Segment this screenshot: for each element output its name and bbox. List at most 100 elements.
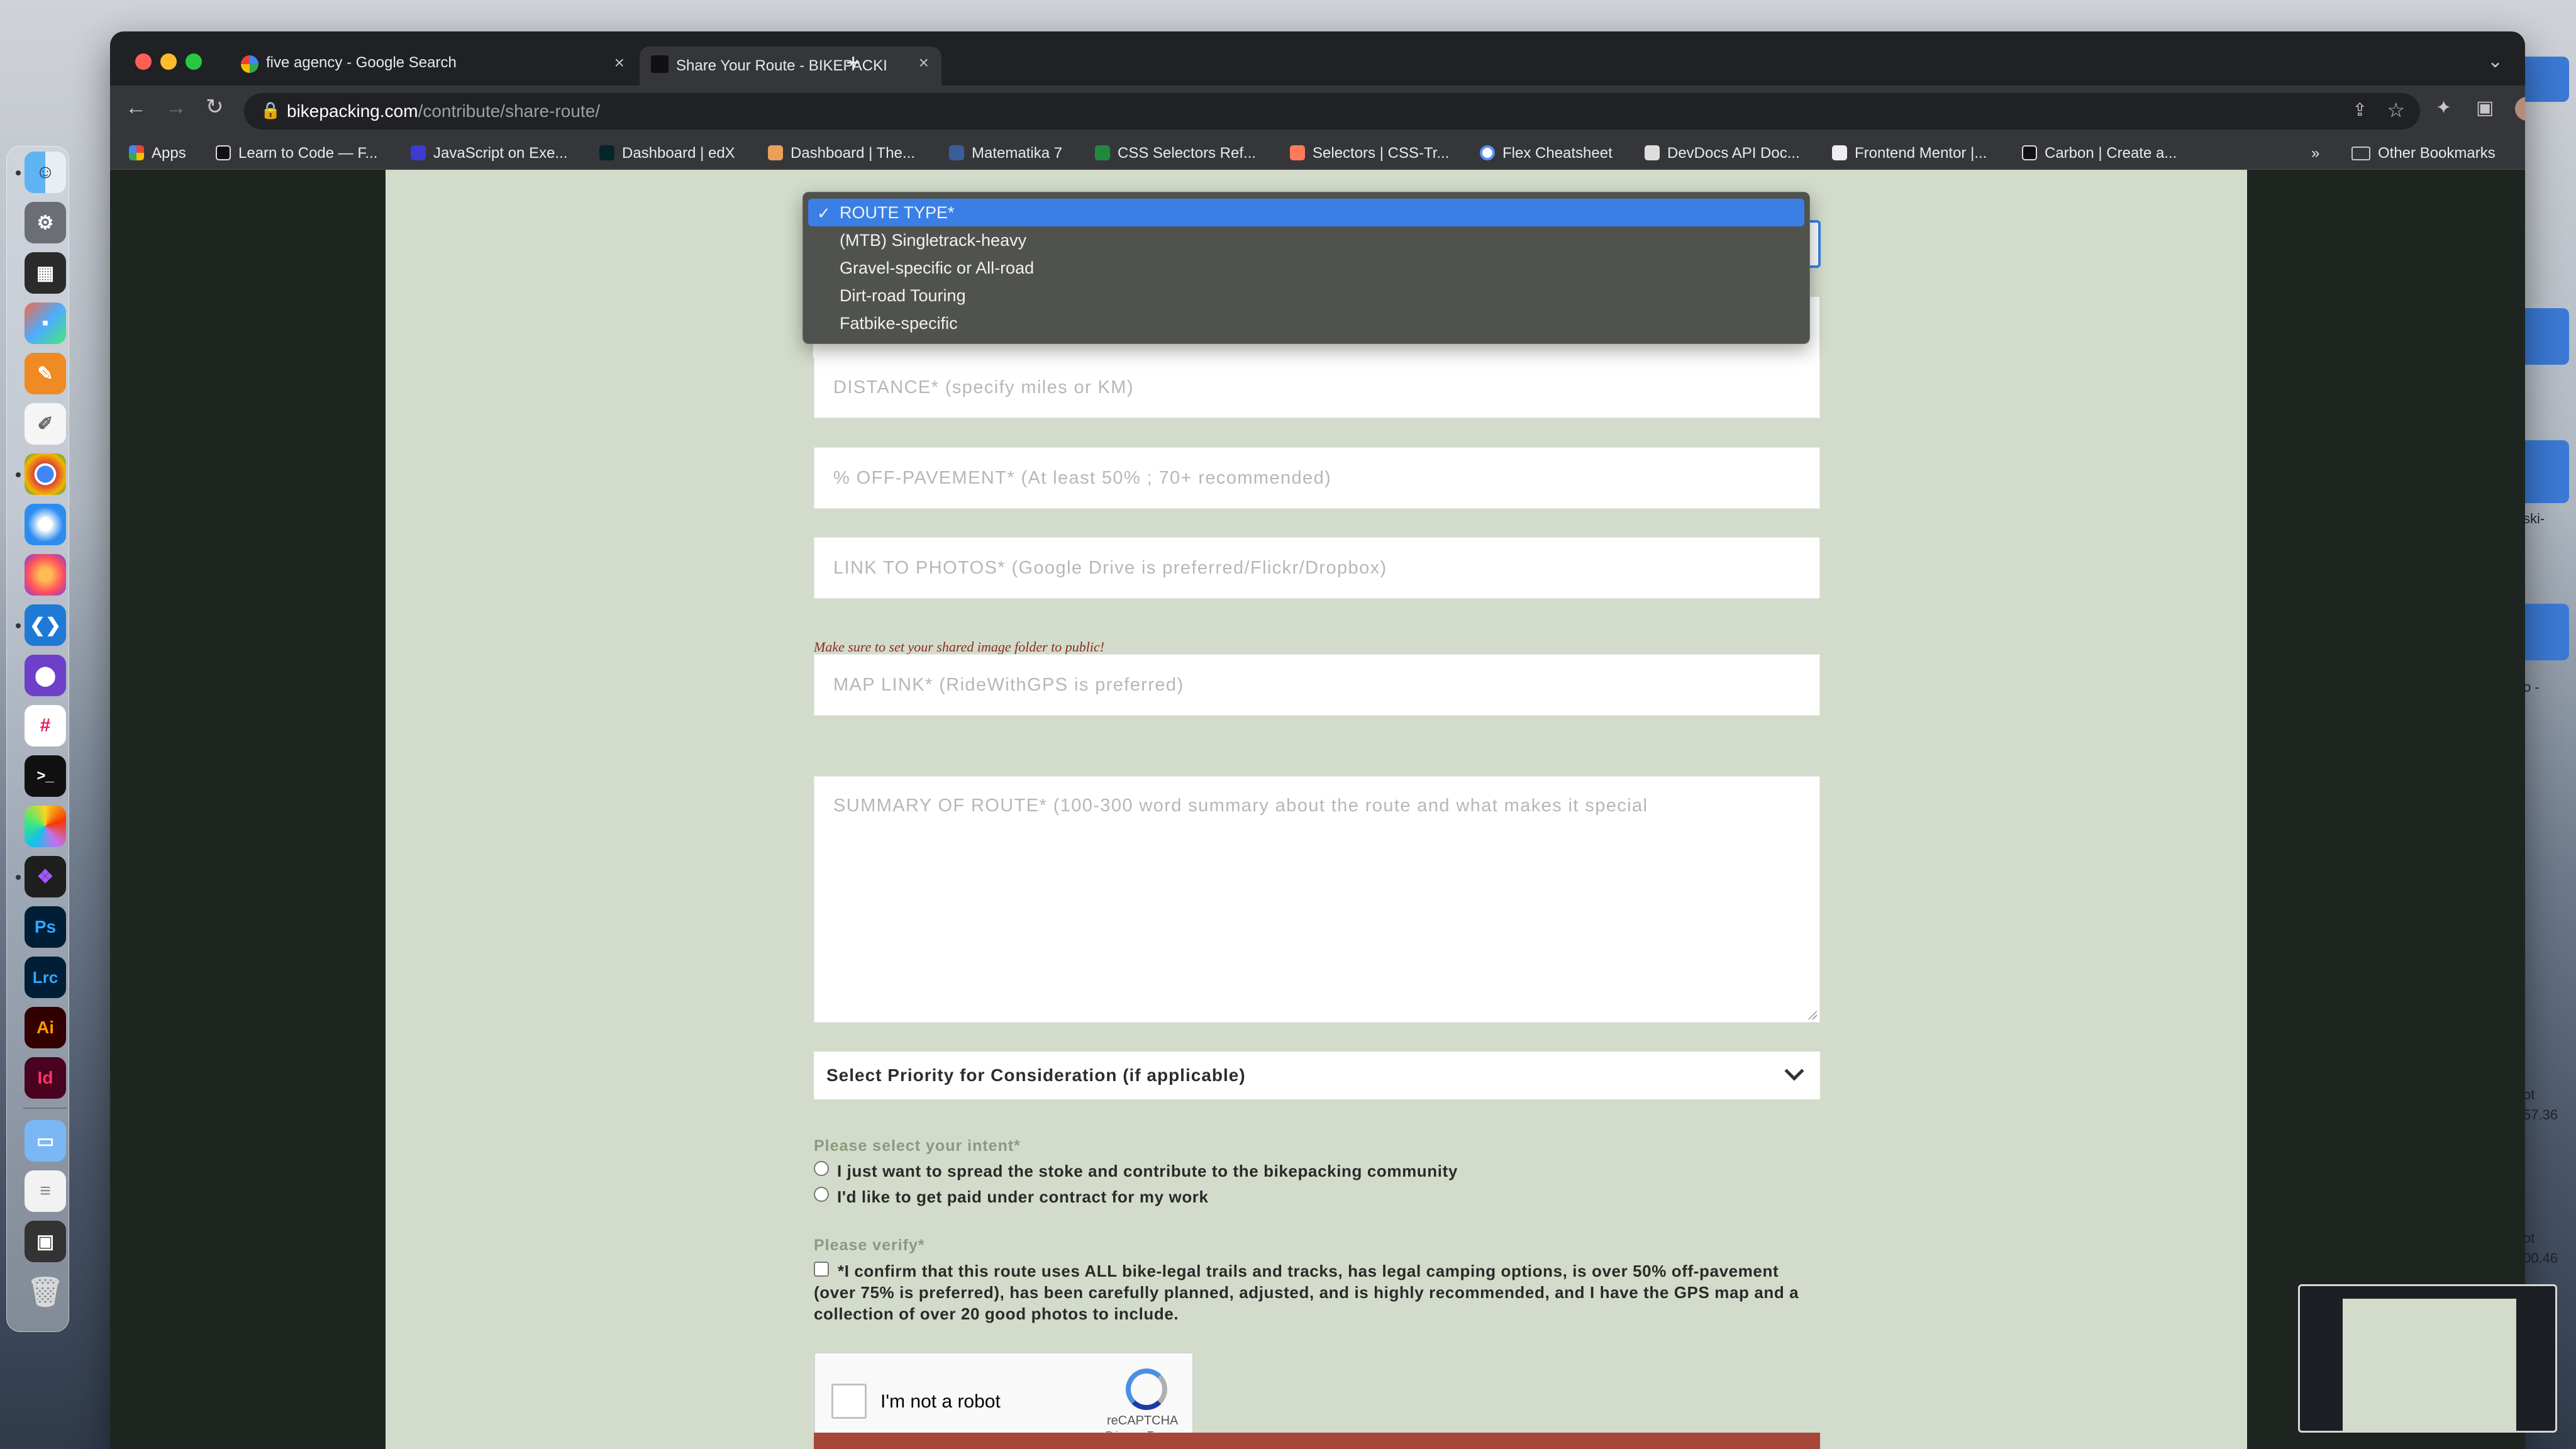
bookmark-favicon-icon [949,145,964,160]
safari-icon[interactable]: ✣ [25,504,66,545]
chevron-down-icon [1784,1061,1804,1081]
bookmark-matematika[interactable]: Matematika 7 [949,145,1062,162]
folder-icon[interactable]: ▭ [25,1120,66,1162]
slack-icon[interactable]: # [25,705,66,747]
tab-google-search[interactable]: five agency - Google Search × [230,47,637,79]
dropdown-option-mtb[interactable]: (MTB) Singletrack-heavy [808,226,1804,254]
indesign-icon[interactable]: Id [25,1057,66,1099]
bookmark-learn-to-code[interactable]: Learn to Code — F... [216,145,377,162]
bookmark-label: Matematika 7 [972,145,1063,162]
intent-option-label[interactable]: I just want to spread the stoke and cont… [837,1162,1458,1181]
bookmarks-overflow-chevron[interactable]: » [2311,145,2319,162]
priority-select[interactable]: Select Priority for Consideration (if ap… [814,1052,1820,1099]
textedit-icon[interactable]: ✐ [25,403,66,445]
verify-label: Please verify* [814,1236,925,1254]
vscode-icon[interactable]: ❮❯ [25,604,66,646]
screenshot-thumbnail[interactable] [2298,1284,2557,1433]
photos-link-input[interactable]: LINK TO PHOTOS* (Google Drive is preferr… [814,537,1820,599]
extensions-icon[interactable]: ✦ [2436,97,2451,119]
reload-icon[interactable]: ↻ [206,94,224,119]
route-summary-placeholder: SUMMARY OF ROUTE* (100-300 word summary … [833,796,1648,816]
dock-separator [23,1108,67,1109]
recaptcha-brand: reCAPTCHA [1107,1414,1179,1428]
close-tab-icon[interactable]: × [919,53,929,73]
photos-icon[interactable] [25,806,66,847]
back-icon[interactable]: ← [125,96,147,120]
launchpad-icon[interactable]: ▪ [25,303,66,344]
calculator-icon[interactable]: ▦ [25,252,66,294]
forward-icon[interactable]: → [165,96,187,120]
bookmark-favicon-icon [599,145,614,160]
close-tab-icon[interactable]: × [614,53,625,73]
submit-button[interactable] [814,1433,1820,1449]
bookmark-label: Frontend Mentor |... [1855,145,1987,162]
bookmark-apps[interactable]: Apps [129,145,186,162]
system-preferences-icon[interactable]: ⚙ [25,202,66,243]
minimize-window-button[interactable] [160,53,177,70]
bookmark-label: Apps [152,145,186,162]
other-bookmarks-label: Other Bookmarks [2378,145,2496,162]
intent-radio-paid[interactable] [814,1187,829,1202]
github-desktop-icon[interactable]: ⬤ [25,655,66,696]
running-indicator [16,623,21,628]
folder-icon [2351,147,2370,160]
share-icon[interactable]: ⇪ [2353,99,2367,120]
figma-icon[interactable]: ❖ [25,856,66,897]
address-bar[interactable]: 🔒 bikepacking.com/contribute/share-route… [244,93,2420,130]
dropdown-option-dirt-road[interactable]: Dirt-road Touring [808,282,1804,309]
bookmark-css-selectors-ref[interactable]: CSS Selectors Ref... [1095,145,1256,162]
tab-search-chevron-icon[interactable]: ⌄ [2487,50,2503,72]
pages-icon[interactable]: ✎ [25,353,66,394]
close-window-button[interactable] [135,53,152,70]
recaptcha-checkbox[interactable] [831,1384,867,1419]
bookmark-devdocs[interactable]: DevDocs API Doc... [1645,145,1800,162]
map-link-input[interactable]: MAP LINK* (RideWithGPS is preferred) [814,654,1820,716]
bookmark-javascript[interactable]: JavaScript on Exe... [411,145,567,162]
bookmark-favicon-icon [768,145,783,160]
dropdown-option-route-type[interactable]: ✓ ROUTE TYPE* [808,199,1804,226]
apps-grid-icon [129,145,144,160]
dropdown-option-gravel[interactable]: Gravel-specific or All-road [808,254,1804,282]
other-bookmarks[interactable]: Other Bookmarks [2351,145,2496,162]
recaptcha-label: I'm not a robot [880,1391,1001,1412]
illustrator-icon[interactable]: Ai [25,1007,66,1048]
bookmark-flex-cheatsheet[interactable]: Flex Cheatsheet [1480,145,1613,162]
bookmark-label: CSS Selectors Ref... [1118,145,1257,162]
document-icon[interactable]: ≡ [25,1170,66,1212]
maximize-window-button[interactable] [186,53,202,70]
lightroom-icon[interactable]: Lrc [25,957,66,998]
firefox-icon[interactable] [25,554,66,596]
off-pavement-input[interactable]: % OFF-PAVEMENT* (At least 50% ; 70+ reco… [814,447,1820,509]
bookmark-favicon-icon [1290,145,1305,160]
chrome-icon[interactable] [25,453,66,495]
bookmark-frontend-mentor[interactable]: Frontend Mentor |... [1832,145,1987,162]
trash-icon[interactable]: 🗑 [25,1271,66,1313]
desktop-text: 57.36 [2523,1107,2558,1123]
option-label: Gravel-specific or All-road [840,258,1035,277]
bookmark-carbon[interactable]: Carbon | Create a... [2022,145,2177,162]
bookmark-edx[interactable]: Dashboard | edX [599,145,735,162]
desktop-window-fragment [2519,57,2569,102]
new-tab-icon[interactable]: + [846,49,860,77]
bikepacking-favicon-icon [651,55,669,73]
distance-input[interactable]: DISTANCE* (specify miles or KM) [814,357,1820,418]
dropdown-option-fatbike[interactable]: Fatbike-specific [808,309,1804,337]
option-label: Dirt-road Touring [840,286,966,305]
lock-icon: 🔒 [260,101,281,119]
terminal-icon[interactable]: >_ [25,755,66,797]
off-pavement-placeholder: % OFF-PAVEMENT* (At least 50% ; 70+ reco… [833,467,1332,488]
screenshot-icon[interactable]: ▣ [25,1221,66,1262]
photoshop-icon[interactable]: Ps [25,906,66,948]
bookmark-css-tricks[interactable]: Selectors | CSS-Tr... [1290,145,1449,162]
intent-radio-contribute[interactable] [814,1161,829,1176]
intent-option-label[interactable]: I'd like to get paid under contract for … [837,1187,1209,1207]
bookmarks-bar: Apps Learn to Code — F... JavaScript on … [110,136,2525,170]
route-summary-textarea[interactable]: SUMMARY OF ROUTE* (100-300 word summary … [814,776,1820,1023]
resize-handle-icon[interactable] [1807,1009,1817,1019]
bookmark-star-icon[interactable]: ☆ [2387,98,2405,122]
side-panel-icon[interactable]: ▣ [2476,97,2494,119]
bookmark-dashboard-the[interactable]: Dashboard | The... [768,145,915,162]
finder-icon[interactable]: ☺ [25,152,66,193]
tab-share-your-route[interactable]: Share Your Route - BIKEPACKI × [640,47,941,86]
option-label: ROUTE TYPE* [840,203,955,222]
